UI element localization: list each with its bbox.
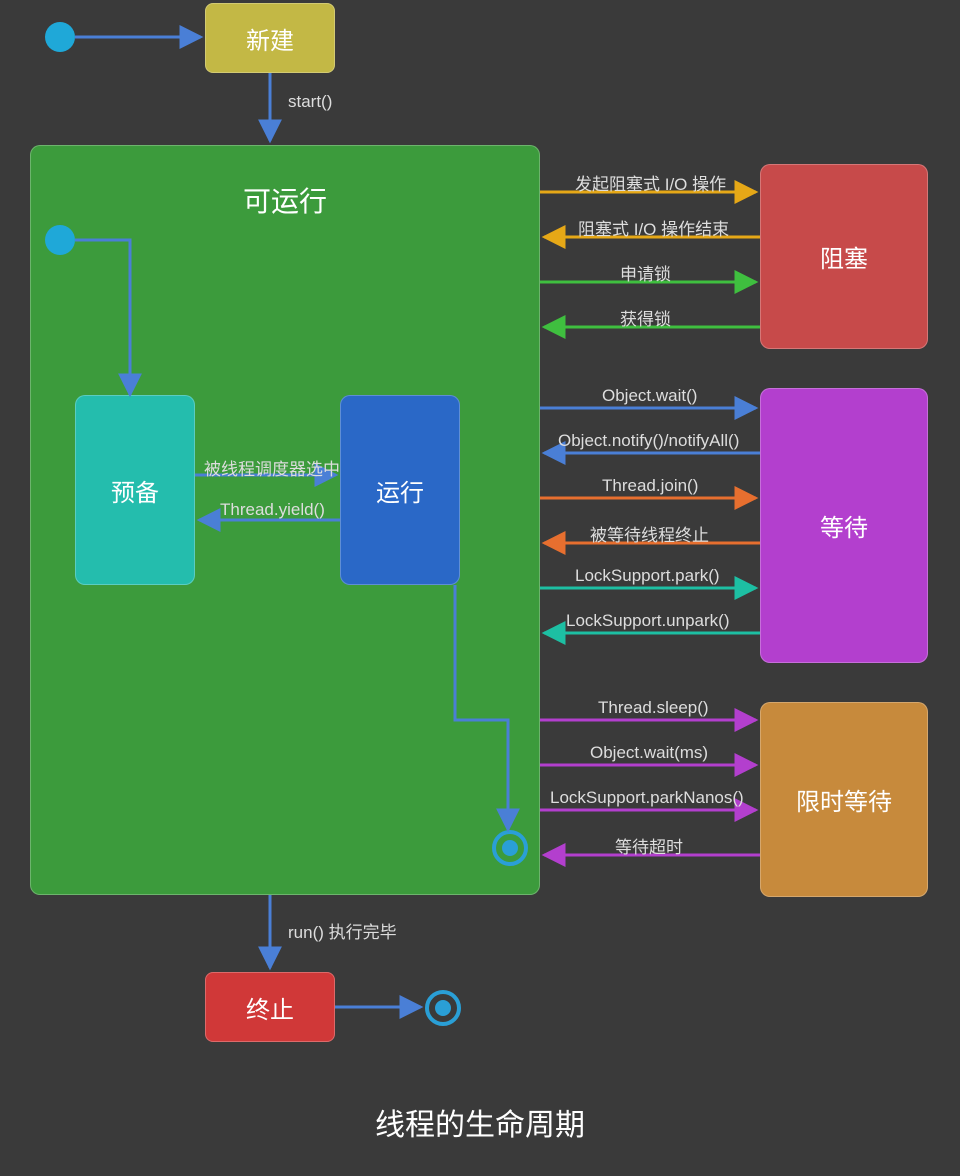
state-terminated: 终止 <box>205 972 335 1042</box>
state-runnable-label: 可运行 <box>30 180 540 220</box>
label-start: start() <box>288 92 332 112</box>
diagram-title: 线程的生命周期 <box>0 1100 960 1144</box>
state-timed-label: 限时等待 <box>796 782 892 817</box>
label-wait-ms: Object.wait(ms) <box>590 743 708 763</box>
state-running-label: 运行 <box>376 473 424 508</box>
state-ready: 预备 <box>75 395 195 585</box>
state-running: 运行 <box>340 395 460 585</box>
state-blocked: 阻塞 <box>760 164 928 349</box>
label-lock-got: 获得锁 <box>620 305 671 330</box>
label-scheduled: 被线程调度器选中 <box>204 455 340 480</box>
label-yield: Thread.yield() <box>220 500 325 520</box>
state-terminated-label: 终止 <box>246 990 294 1025</box>
label-io-end: 阻塞式 I/O 操作结束 <box>578 215 729 240</box>
runnable-initial-dot <box>45 225 75 255</box>
state-timed-waiting: 限时等待 <box>760 702 928 897</box>
label-joined: 被等待线程终止 <box>590 521 709 546</box>
runnable-final-state <box>492 830 528 866</box>
label-sleep: Thread.sleep() <box>598 698 709 718</box>
label-io-start: 发起阻塞式 I/O 操作 <box>575 170 726 195</box>
state-ready-label: 预备 <box>111 473 159 508</box>
label-notify: Object.notify()/notifyAll() <box>558 431 739 451</box>
state-waiting: 等待 <box>760 388 928 663</box>
state-waiting-label: 等待 <box>820 508 868 543</box>
state-blocked-label: 阻塞 <box>820 239 868 274</box>
label-lock-req: 申请锁 <box>620 260 671 285</box>
diagram-canvas: 新建 可运行 预备 运行 阻塞 等待 限时等待 终止 <box>0 0 960 1176</box>
label-park-nanos: LockSupport.parkNanos() <box>550 788 744 808</box>
label-wait: Object.wait() <box>602 386 697 406</box>
state-new: 新建 <box>205 3 335 73</box>
label-park: LockSupport.park() <box>575 566 720 586</box>
label-timeout: 等待超时 <box>615 833 683 858</box>
label-unpark: LockSupport.unpark() <box>566 611 729 631</box>
label-join: Thread.join() <box>602 476 698 496</box>
label-run-done: run() 执行完毕 <box>288 918 397 943</box>
initial-state-dot <box>45 22 75 52</box>
state-new-label: 新建 <box>246 21 294 56</box>
final-state-ring <box>425 990 461 1026</box>
